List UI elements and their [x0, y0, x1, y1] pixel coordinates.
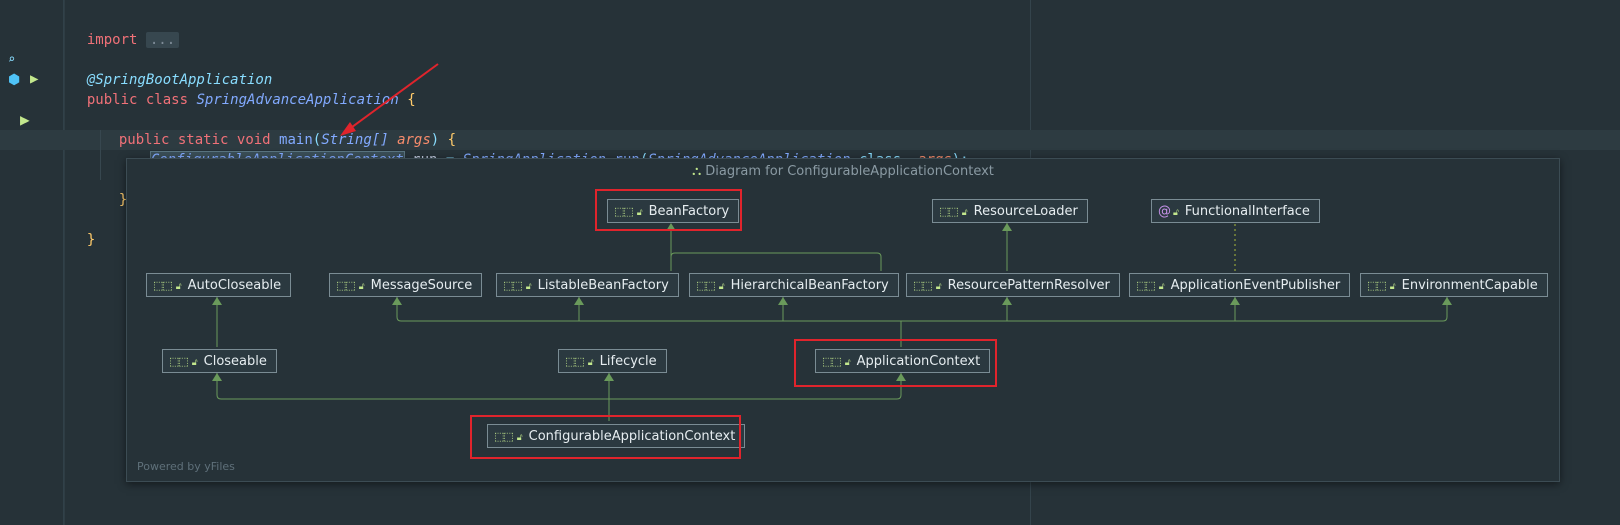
node-functional-interface[interactable]: @ 🔓︎ FunctionalInterface: [1151, 199, 1320, 223]
node-label: ResourceLoader: [973, 204, 1078, 219]
node-label: ListableBeanFactory: [537, 278, 669, 293]
class-name: SpringAdvanceApplication: [196, 92, 399, 108]
interface-icon: ⬚⬚: [939, 205, 959, 218]
node-label: HierarchicalBeanFactory: [730, 278, 889, 293]
code-line-run[interactable]: ConfigurableApplicationContext run = Spr…: [134, 130, 969, 169]
node-label: AutoCloseable: [187, 278, 282, 293]
interface-icon: ⬚⬚: [503, 279, 523, 292]
node-label: Lifecycle: [599, 354, 657, 369]
code-line-class-decl[interactable]: public class SpringAdvanceApplication {: [70, 70, 416, 108]
node-environment-capable[interactable]: ⬚⬚ 🔓︎ EnvironmentCapable: [1360, 273, 1548, 297]
node-label: ResourcePatternResolver: [947, 278, 1110, 293]
diagram-popup[interactable]: ⛬ Diagram for ConfigurableApplicationCont…: [126, 158, 1560, 482]
node-label: EnvironmentCapable: [1401, 278, 1538, 293]
lock-icon: 🔓︎: [587, 358, 594, 368]
search-icon[interactable]: ⌕: [8, 52, 15, 66]
code-line-inner-close[interactable]: }: [102, 170, 127, 208]
node-hierarchical-bean-factory[interactable]: ⬚⬚ 🔓︎ HierarchicalBeanFactory: [689, 273, 899, 297]
brace-close-class: }: [86, 232, 96, 248]
interface-icon: ⬚⬚: [565, 355, 585, 368]
node-closeable[interactable]: ⬚⬚ 🔓︎ Closeable: [162, 349, 277, 373]
keyword-public: public: [86, 92, 138, 108]
keyword-class: class: [145, 92, 189, 108]
interface-icon: ⬚⬚: [1367, 279, 1387, 292]
lock-icon: 🔓︎: [718, 282, 725, 292]
node-label: Closeable: [203, 354, 267, 369]
code-line-import[interactable]: import ...: [70, 10, 180, 48]
folded-imports[interactable]: ...: [145, 32, 180, 48]
node-lifecycle[interactable]: ⬚⬚ 🔓︎ Lifecycle: [558, 349, 667, 373]
interface-icon: ⬚⬚: [913, 279, 933, 292]
highlight-bean-factory: [595, 189, 742, 231]
brace-open: {: [407, 92, 416, 108]
lock-icon: 🔓︎: [961, 208, 968, 218]
node-label: ApplicationEventPublisher: [1170, 278, 1341, 293]
node-message-source[interactable]: ⬚⬚ 🔓︎ MessageSource: [329, 273, 483, 297]
interface-icon: ⬚⬚: [153, 279, 173, 292]
code-line-annotation[interactable]: @SpringBootApplication: [70, 50, 272, 88]
highlight-application-context: [794, 339, 997, 387]
code-line-main[interactable]: public static void main(String[] args) {: [102, 110, 456, 148]
node-resource-pattern-resolver[interactable]: ⬚⬚ 🔓︎ ResourcePatternResolver: [906, 273, 1120, 297]
lock-icon: 🔓︎: [175, 282, 182, 292]
keyword-import: import: [86, 32, 138, 48]
highlight-configurable-application-context: [470, 415, 741, 459]
node-resource-loader[interactable]: ⬚⬚ 🔓︎ ResourceLoader: [932, 199, 1088, 223]
interface-icon: ⬚⬚: [1136, 279, 1156, 292]
interface-icon: ⬚⬚: [696, 279, 716, 292]
annotation-icon: @: [1158, 204, 1171, 219]
lock-icon: 🔓︎: [1389, 282, 1396, 292]
lock-icon: 🔓︎: [191, 358, 198, 368]
run-main-icon[interactable]: ▶: [20, 110, 30, 129]
lock-icon: 🔓︎: [358, 282, 365, 292]
node-label: FunctionalInterface: [1184, 204, 1310, 219]
fold-line: [63, 0, 64, 525]
interface-icon: ⬚⬚: [169, 355, 189, 368]
run-icon[interactable]: ▶: [30, 71, 38, 87]
lock-icon: 🔓︎: [935, 282, 942, 292]
code-line-outer-close[interactable]: }: [70, 210, 95, 248]
diagram-edges: [212, 223, 1452, 421]
node-auto-closeable[interactable]: ⬚⬚ 🔓︎ AutoCloseable: [146, 273, 292, 297]
powered-by: Powered by yFiles: [137, 460, 235, 473]
indent-guide: [100, 130, 101, 180]
node-application-event-publisher[interactable]: ⬚⬚ 🔓︎ ApplicationEventPublisher: [1129, 273, 1351, 297]
node-listable-bean-factory[interactable]: ⬚⬚ 🔓︎ ListableBeanFactory: [496, 273, 679, 297]
bean-icon[interactable]: ⬢: [8, 72, 20, 88]
lock-icon: 🔓︎: [1173, 208, 1179, 218]
lock-icon: 🔓︎: [525, 282, 532, 292]
interface-icon: ⬚⬚: [336, 279, 356, 292]
node-label: MessageSource: [370, 278, 473, 293]
lock-icon: 🔓︎: [1158, 282, 1165, 292]
